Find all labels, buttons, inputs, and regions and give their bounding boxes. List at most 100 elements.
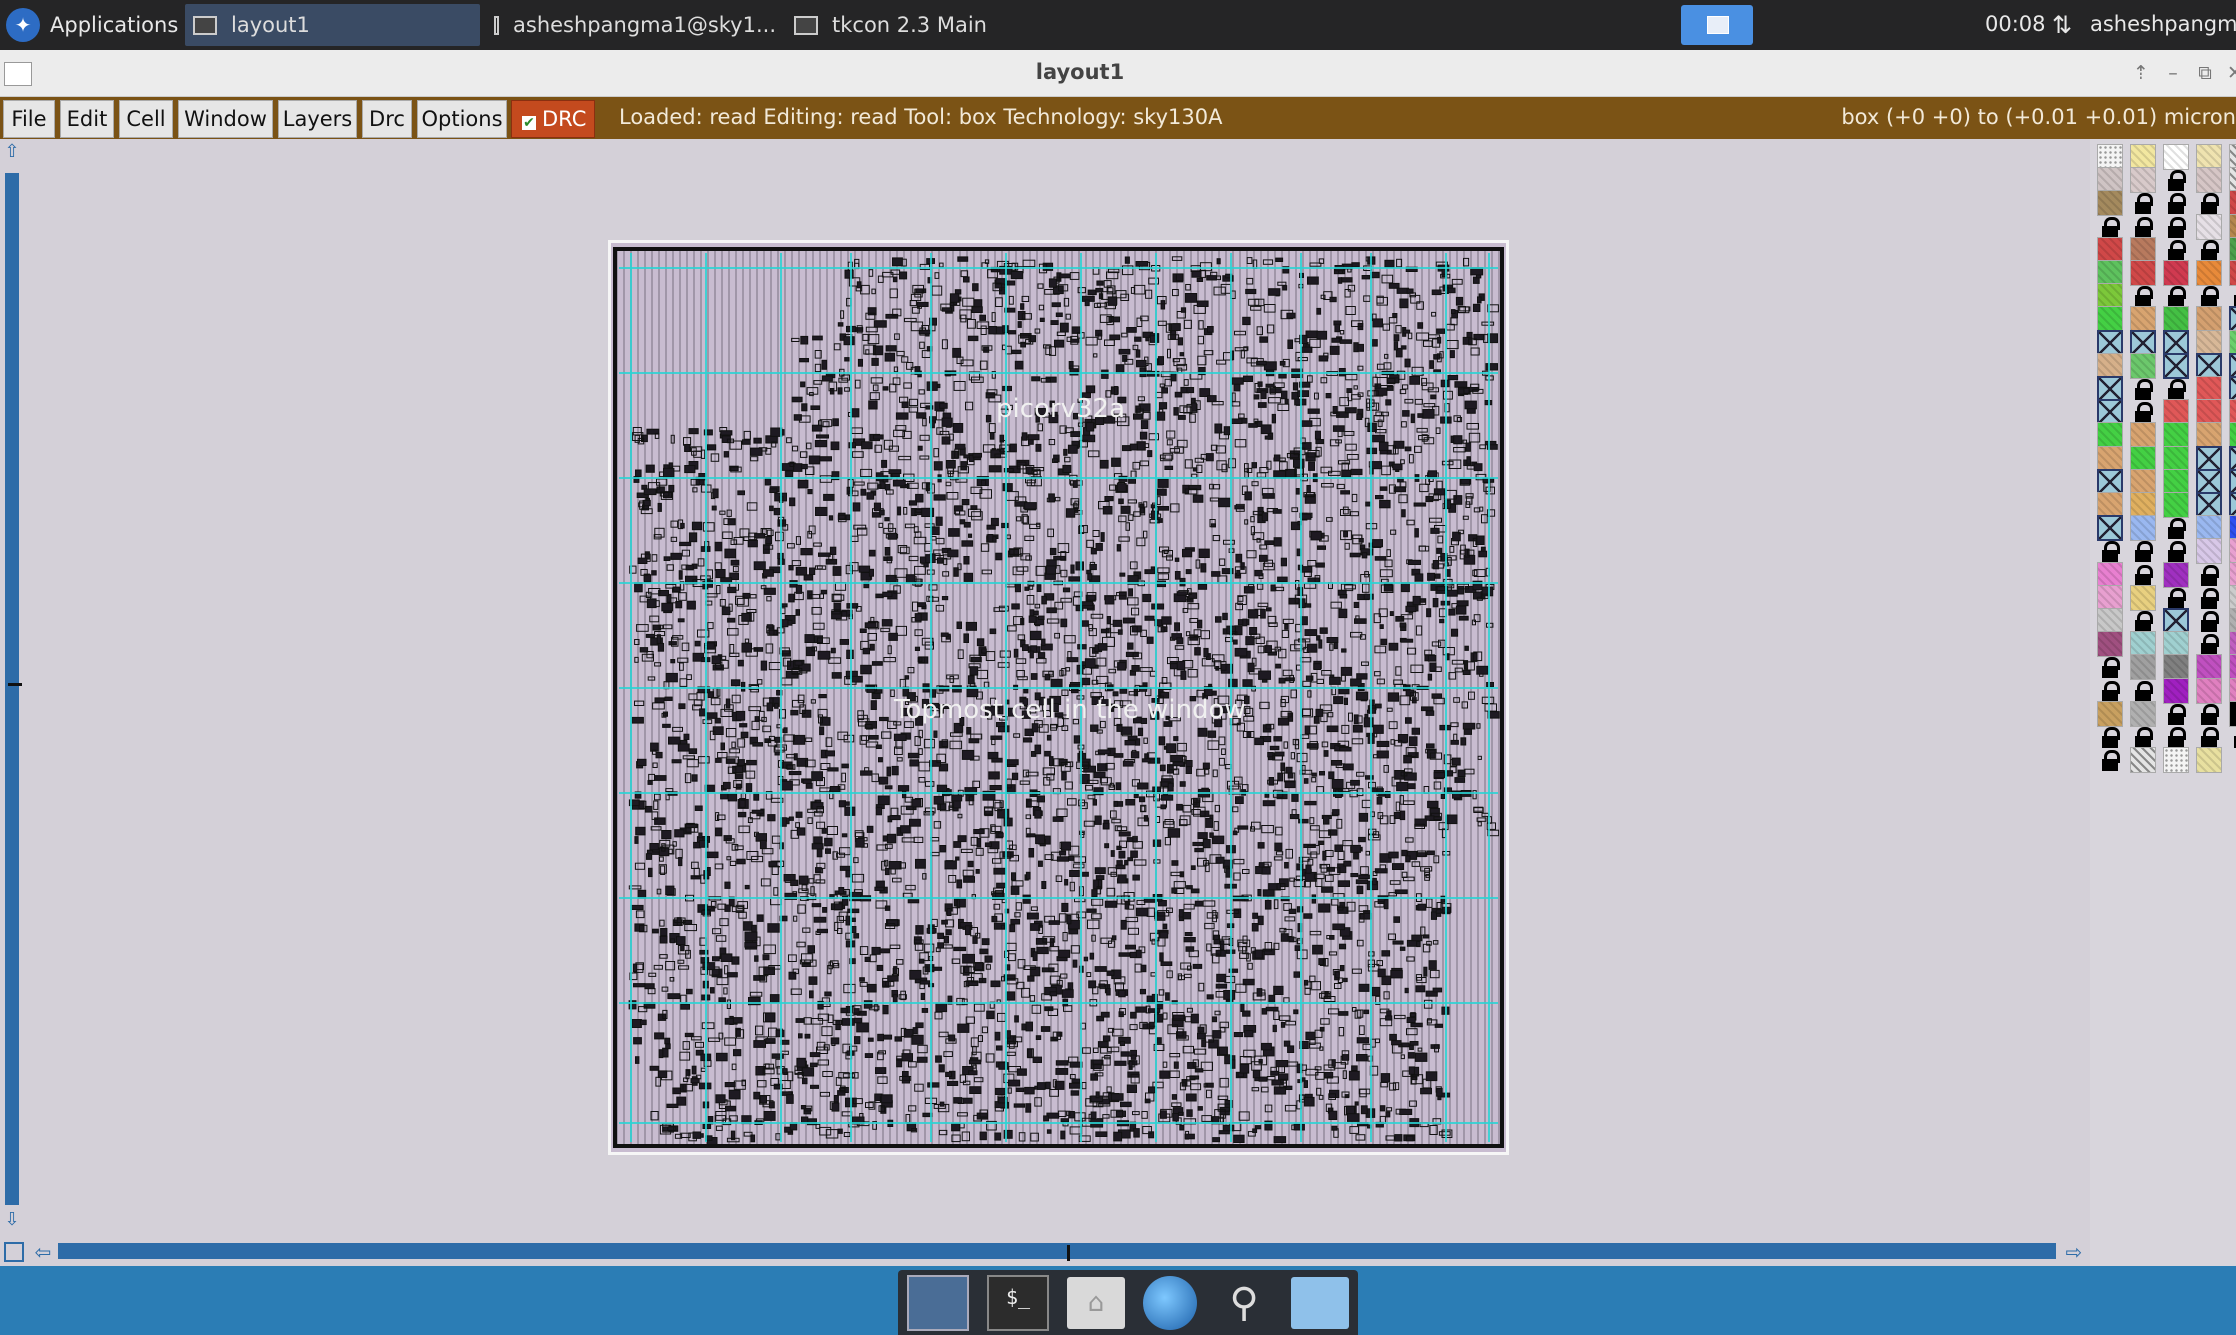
layer-swatch[interactable] [2163,306,2189,333]
layer-swatch[interactable] [2196,677,2222,704]
scroll-right-icon[interactable]: ⇨ [2063,1241,2085,1263]
layer-swatch[interactable] [2163,144,2189,170]
close-icon[interactable]: ✕ [2222,60,2236,86]
layer-swatch[interactable] [2097,445,2123,472]
layer-swatch[interactable] [2229,190,2236,217]
layer-swatch[interactable] [2097,306,2123,333]
layer-lock-icon[interactable] [2196,701,2222,727]
layer-swatch[interactable] [2130,422,2156,449]
layer-swatch[interactable] [2229,236,2236,263]
layer-swatch[interactable] [2196,306,2222,333]
layer-swatch[interactable] [2163,631,2189,658]
layer-lock-icon[interactable] [2130,678,2156,704]
folder-icon[interactable] [1291,1276,1349,1329]
layer-swatch[interactable] [2196,352,2222,379]
menu-cell[interactable]: Cell [119,100,173,138]
layer-swatch[interactable] [2229,608,2236,634]
clock[interactable]: 00:08 [1985,12,2046,36]
menu-options[interactable]: Options [417,100,507,138]
layer-lock-icon[interactable] [2130,399,2156,425]
layer-swatch[interactable] [2097,700,2123,727]
layer-swatch[interactable] [2229,376,2236,402]
layer-lock-icon[interactable] [2163,585,2189,611]
layer-lock-icon[interactable] [2130,190,2156,216]
layer-lock-icon[interactable] [2163,376,2189,402]
layer-swatch[interactable] [2130,329,2156,356]
layer-swatch[interactable] [2097,190,2123,217]
layer-swatch[interactable] [2196,213,2222,240]
layer-swatch[interactable] [2196,144,2222,170]
layer-swatch[interactable] [2163,561,2189,588]
layer-swatch[interactable] [2130,654,2156,681]
workspace-switcher[interactable] [1681,5,1753,45]
layer-swatch[interactable] [2163,260,2189,286]
layer-swatch[interactable] [2229,167,2236,194]
terminal-launcher-icon[interactable]: $_ [987,1274,1049,1331]
layer-swatch[interactable] [2229,584,2236,611]
layer-swatch[interactable] [2196,538,2222,565]
layer-swatch[interactable] [2130,167,2156,194]
scroll-up-icon[interactable]: ⇧ [3,143,21,161]
layer-lock-icon[interactable] [2163,701,2189,727]
layer-swatch[interactable] [2229,654,2236,681]
layer-swatch[interactable] [2163,654,2189,681]
layer-swatch[interactable] [2130,492,2156,518]
layer-swatch[interactable] [2196,747,2222,774]
taskbar-button-tkcon[interactable]: tkcon 2.3 Main [786,4,1076,46]
layer-lock-icon[interactable] [2163,167,2189,193]
horizontal-scroll-track[interactable] [58,1243,2056,1259]
taskbar-button-terminal[interactable]: asheshpangma1@sky1... [486,4,776,46]
layer-lock-icon[interactable] [2097,678,2123,704]
layer-swatch[interactable] [2229,422,2236,449]
zoom-box-icon[interactable] [4,1242,24,1262]
layer-lock-icon[interactable] [2130,562,2156,588]
layer-swatch[interactable] [2130,747,2156,774]
web-browser-icon[interactable] [1143,1275,1197,1330]
maximize-icon[interactable]: ⧉ [2192,60,2218,86]
applications-menu[interactable]: ✦ Applications [0,0,180,50]
layer-swatch[interactable] [2163,492,2189,518]
layer-swatch[interactable] [2130,236,2156,263]
layer-swatch[interactable] [2097,236,2123,263]
layer-swatch[interactable] [2097,631,2123,658]
menu-window[interactable]: Window [178,100,273,138]
layer-lock-icon[interactable] [2196,190,2222,216]
menu-edit[interactable]: Edit [60,100,114,138]
layer-swatch[interactable] [2097,399,2123,426]
menu-drc[interactable]: Drc [362,100,412,138]
layer-swatch[interactable] [2097,144,2123,170]
layer-lock-icon[interactable] [2130,724,2156,750]
search-icon[interactable]: ⚲ [1215,1277,1273,1329]
user-menu[interactable]: asheshpangma [2090,12,2236,36]
layer-swatch[interactable] [2163,399,2189,426]
home-folder-icon[interactable]: ⌂ [1067,1276,1125,1329]
layer-swatch[interactable] [2163,468,2189,495]
menu-file[interactable]: File [3,100,55,138]
layer-swatch[interactable] [2229,260,2236,286]
layer-swatch[interactable] [2229,515,2236,542]
layer-swatch[interactable] [2229,399,2236,426]
layer-swatch[interactable] [2130,445,2156,472]
vertical-scrollbar[interactable]: ⇧ ⇩ [0,139,24,1239]
horizontal-scrollbar[interactable]: ⇦ ⇨ [0,1238,2090,1266]
layer-lock-icon[interactable] [2163,515,2189,541]
layer-lock-icon[interactable] [2163,237,2189,263]
layer-lock-icon[interactable] [2163,724,2189,750]
layer-lock-icon[interactable] [2196,237,2222,263]
layer-lock-icon[interactable] [2196,631,2222,657]
menu-layers[interactable]: Layers [278,100,357,138]
scroll-down-icon[interactable]: ⇩ [3,1211,21,1229]
layer-lock-icon[interactable] [2097,747,2123,773]
layer-lock-icon[interactable] [2097,214,2123,240]
layer-swatch[interactable] [2097,376,2123,402]
layer-swatch[interactable] [2229,468,2236,495]
layer-swatch[interactable] [2196,654,2222,681]
layer-swatch[interactable] [2229,561,2236,588]
layer-swatch[interactable] [2229,329,2236,356]
scroll-left-icon[interactable]: ⇦ [32,1241,54,1263]
layer-swatch[interactable] [2097,492,2123,518]
layer-swatch[interactable] [2130,306,2156,333]
layer-lock-icon[interactable] [2196,283,2222,309]
layer-lock-icon[interactable] [2229,283,2236,309]
layer-lock-icon[interactable] [2130,376,2156,402]
